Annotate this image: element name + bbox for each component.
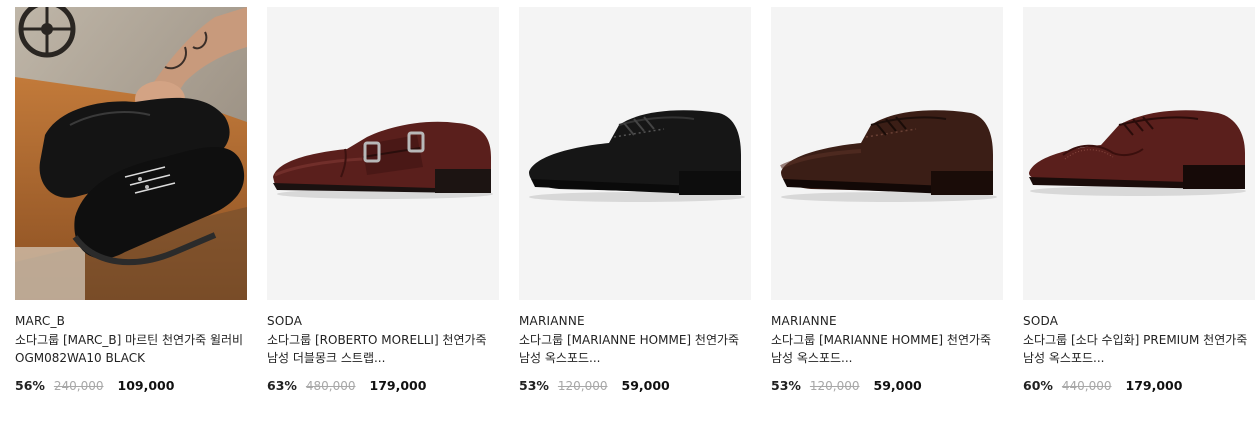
product-grid: MARC_B 소다그룹 [MARC_B] 마르틴 천연가죽 윌러비 OGM082… (0, 0, 1257, 427)
product-card[interactable]: SODA 소다그룹 [ROBERTO MORELLI] 천연가죽 남성 더블몽크… (267, 7, 499, 395)
price-row: 63% 480,000 179,000 (267, 377, 499, 395)
sale-price: 59,000 (873, 378, 922, 393)
sale-price: 179,000 (1125, 378, 1183, 393)
discount-rate: 53% (519, 378, 549, 393)
price-row: 56% 240,000 109,000 (15, 377, 247, 395)
price-row: 53% 120,000 59,000 (519, 377, 751, 395)
original-price: 440,000 (1061, 379, 1112, 393)
product-photo-black-oxford (529, 110, 745, 202)
product-card[interactable]: MARIANNE 소다그룹 [MARIANNE HOMME] 천연가죽 남성 옥… (771, 7, 1003, 395)
product-image[interactable] (15, 7, 247, 300)
product-image[interactable] (519, 7, 751, 300)
product-photo-monk-strap (273, 121, 493, 199)
original-price: 120,000 (557, 379, 608, 393)
product-card[interactable]: MARIANNE 소다그룹 [MARIANNE HOMME] 천연가죽 남성 옥… (519, 7, 751, 395)
product-photo-black-moccasin (15, 7, 247, 300)
product-card[interactable]: SODA 소다그룹 [소다 수입화] PREMIUM 천연가죽 남성 옥스포드.… (1023, 7, 1255, 395)
discount-rate: 63% (267, 378, 297, 393)
product-brand: MARIANNE (771, 314, 837, 328)
sale-price: 59,000 (621, 378, 670, 393)
product-brand: SODA (267, 314, 303, 328)
sale-price: 109,000 (117, 378, 175, 393)
discount-rate: 56% (15, 378, 45, 393)
original-price: 240,000 (53, 379, 104, 393)
sale-price: 179,000 (369, 378, 427, 393)
product-brand: MARIANNE (519, 314, 585, 328)
discount-rate: 53% (771, 378, 801, 393)
price-row: 53% 120,000 59,000 (771, 377, 1003, 395)
product-photo-brown-oxford (780, 110, 997, 202)
discount-rate: 60% (1023, 378, 1053, 393)
product-image[interactable] (1023, 7, 1255, 300)
product-name[interactable]: 소다그룹 [MARIANNE HOMME] 천연가죽 남성 옥스포드... (519, 331, 751, 367)
product-name[interactable]: 소다그룹 [ROBERTO MORELLI] 천연가죽 남성 더블몽크 스트랩.… (267, 331, 499, 367)
product-image[interactable] (771, 7, 1003, 300)
original-price: 480,000 (305, 379, 356, 393)
product-brand: MARC_B (15, 314, 66, 328)
original-price: 120,000 (809, 379, 860, 393)
price-row: 60% 440,000 179,000 (1023, 377, 1255, 395)
product-image[interactable] (267, 7, 499, 300)
product-brand: SODA (1023, 314, 1059, 328)
product-card[interactable]: MARC_B 소다그룹 [MARC_B] 마르틴 천연가죽 윌러비 OGM082… (15, 7, 247, 395)
product-name[interactable]: 소다그룹 [MARIANNE HOMME] 천연가죽 남성 옥스포드... (771, 331, 1003, 367)
product-name[interactable]: 소다그룹 [소다 수입화] PREMIUM 천연가죽 남성 옥스포드... (1023, 331, 1255, 367)
product-name[interactable]: 소다그룹 [MARC_B] 마르틴 천연가죽 윌러비 OGM082WA10 BL… (15, 331, 247, 367)
product-photo-wingtip (1029, 110, 1246, 196)
